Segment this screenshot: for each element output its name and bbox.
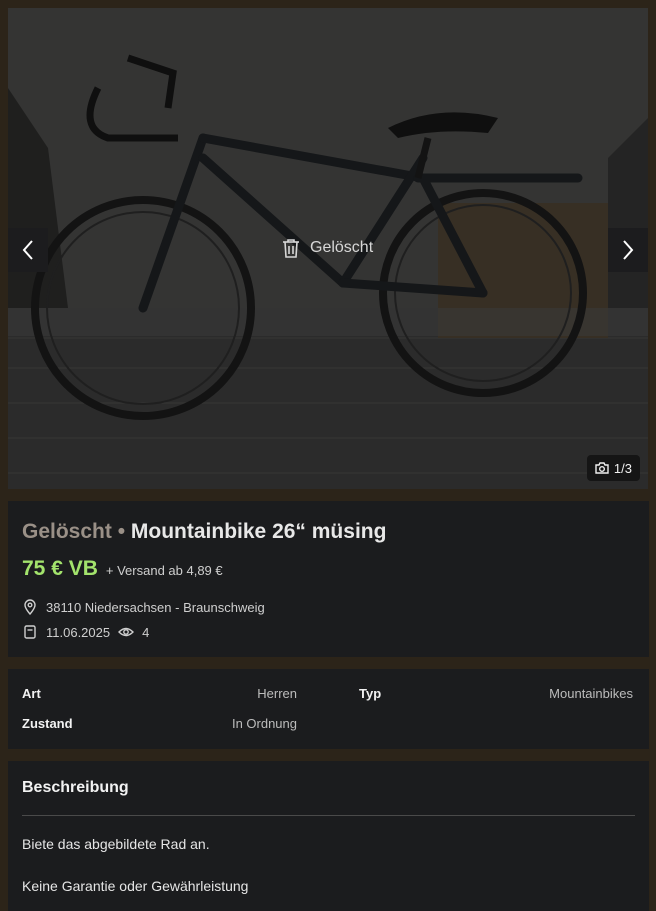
previous-image-button[interactable] bbox=[8, 228, 48, 272]
attributes-panel: Art Herren Typ Mountainbikes Zustand In … bbox=[8, 669, 649, 749]
attribute-label-zustand: Zustand bbox=[22, 716, 73, 731]
location-text: 38110 Niedersachsen - Braunschweig bbox=[46, 599, 265, 615]
view-count: 4 bbox=[142, 624, 150, 640]
attribute-label-typ: Typ bbox=[359, 686, 382, 701]
trash-icon bbox=[283, 239, 299, 258]
date-views-row: 11.06.2025 4 bbox=[22, 624, 635, 640]
next-image-button[interactable] bbox=[608, 228, 648, 272]
deleted-label: Gelöscht bbox=[310, 239, 374, 256]
shipping-info: + Versand ab 4,89 € bbox=[105, 563, 223, 578]
attribute-value-typ: Mountainbikes bbox=[549, 686, 633, 701]
description-panel: Beschreibung Biete das abgebildete Rad a… bbox=[8, 761, 649, 911]
description-line: Keine Garantie oder Gewährleistung bbox=[22, 878, 249, 894]
listing-summary: Gelöscht • Mountainbike 26“ müsing 75 € … bbox=[8, 501, 649, 657]
calendar-icon bbox=[24, 625, 36, 639]
description-heading: Beschreibung bbox=[22, 779, 129, 796]
camera-icon bbox=[595, 462, 609, 474]
image-counter-text: 1/3 bbox=[613, 460, 632, 476]
chevron-right-icon bbox=[623, 240, 634, 260]
description-line: Biete das abgebildete Rad an. bbox=[22, 836, 210, 852]
chevron-left-icon bbox=[22, 240, 33, 260]
description-text: Biete das abgebildete Rad an. Keine Gara… bbox=[22, 834, 635, 897]
listing-title: Gelöscht • Mountainbike 26“ müsing bbox=[22, 519, 635, 545]
divider bbox=[22, 815, 635, 816]
price: 75 € VB bbox=[22, 557, 98, 580]
title-separator: • bbox=[117, 520, 126, 543]
attribute-value-art: Herren bbox=[257, 686, 297, 701]
deleted-overlay: Gelöscht bbox=[282, 238, 373, 258]
posted-date: 11.06.2025 bbox=[46, 624, 111, 640]
status-badge: Gelöscht bbox=[22, 520, 112, 543]
image-gallery[interactable]: Gelöscht 1/3 bbox=[8, 8, 648, 489]
attribute-label-art: Art bbox=[22, 686, 41, 701]
title-text: Mountainbike 26“ müsing bbox=[130, 520, 387, 543]
image-counter: 1/3 bbox=[586, 455, 640, 481]
eye-icon bbox=[118, 627, 135, 637]
price-row: 75 € VB + Versand ab 4,89 € bbox=[22, 557, 635, 581]
attribute-value-zustand: In Ordnung bbox=[231, 716, 297, 731]
location-row: 38110 Niedersachsen - Braunschweig bbox=[22, 599, 635, 615]
location-pin-icon bbox=[24, 599, 36, 615]
